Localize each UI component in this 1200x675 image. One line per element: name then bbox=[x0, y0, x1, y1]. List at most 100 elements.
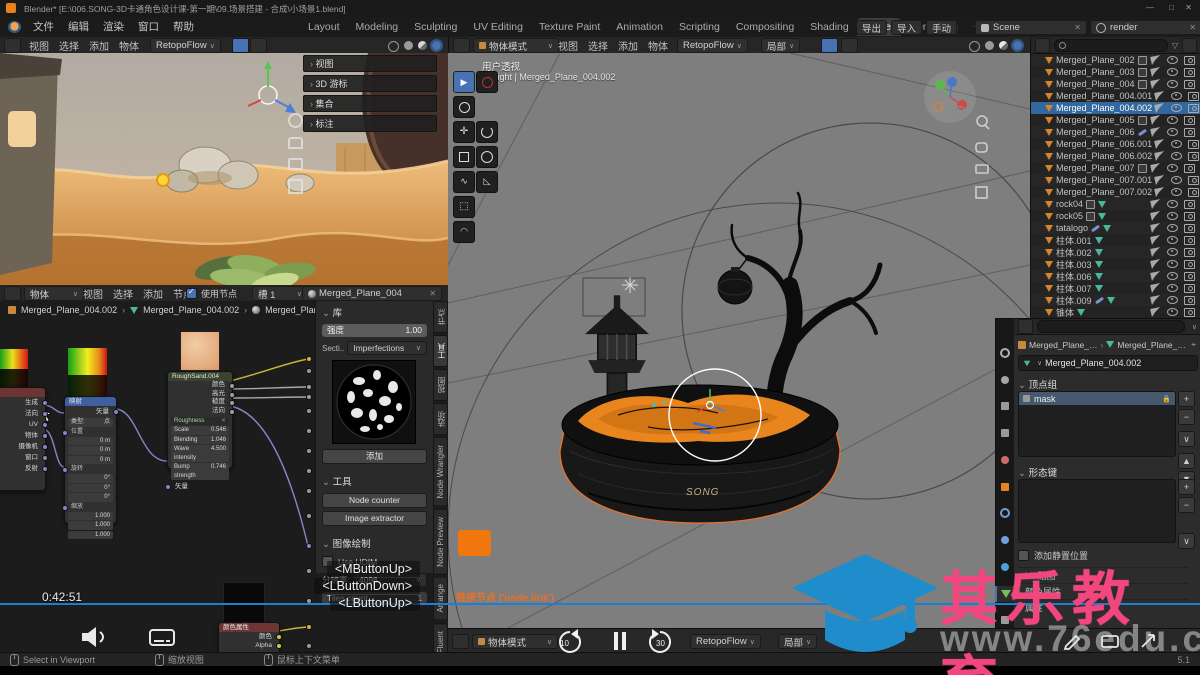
selectable-icon[interactable] bbox=[1154, 151, 1166, 161]
workspace-tab[interactable]: Animation bbox=[608, 18, 671, 36]
selectable-icon[interactable] bbox=[1154, 103, 1166, 113]
app-menu-item[interactable]: 帮助 bbox=[166, 17, 201, 37]
snap-magnet-icon[interactable] bbox=[232, 38, 249, 53]
hide-viewport-icon[interactable] bbox=[1171, 92, 1183, 100]
wireframe-shading-icon[interactable] bbox=[388, 41, 399, 52]
pause-icon[interactable] bbox=[614, 632, 626, 650]
vertex-group-row[interactable]: mask 🔒 bbox=[1019, 392, 1175, 405]
roughsand-group-node[interactable]: RoughSand.004 颜色 高光 糙度 法向 Roughness ✕ Scale 0… bbox=[165, 371, 235, 491]
selectable-icon[interactable] bbox=[1150, 79, 1162, 89]
speaker-icon[interactable] bbox=[82, 627, 104, 647]
node-output[interactable]: 颜色 bbox=[219, 632, 282, 641]
add-vgroup-button[interactable]: + bbox=[1178, 391, 1195, 407]
app-menu-item[interactable]: 编辑 bbox=[61, 17, 96, 37]
video-progress-bar[interactable] bbox=[0, 603, 1200, 605]
app-menu-item[interactable]: 窗口 bbox=[131, 17, 166, 37]
selectable-icon[interactable] bbox=[1154, 91, 1166, 101]
hide-render-icon[interactable] bbox=[1188, 151, 1200, 161]
material-shading-icon[interactable] bbox=[418, 41, 427, 50]
hide-viewport-icon[interactable] bbox=[1171, 140, 1183, 148]
n-panel-section[interactable]: › 标注 bbox=[303, 115, 437, 132]
hide-render-icon[interactable] bbox=[1188, 103, 1200, 113]
add-material-button[interactable]: 添加 bbox=[322, 449, 427, 464]
outliner-item[interactable]: Merged_Plane_005 bbox=[1031, 114, 1200, 126]
n-panel-section[interactable]: › 3D 游标 bbox=[303, 75, 437, 92]
viewlayer-close-icon[interactable]: ✕ bbox=[1189, 23, 1196, 32]
selectable-icon[interactable] bbox=[1150, 127, 1162, 137]
io-button[interactable]: 导出 bbox=[856, 20, 888, 35]
node-field[interactable]: Wave intensity 4.500 bbox=[171, 445, 229, 463]
node-output[interactable]: 窗口 bbox=[0, 452, 48, 463]
image-extractor-button[interactable]: Image extractor bbox=[322, 511, 427, 526]
node-field[interactable]: Blending 1.046 bbox=[171, 435, 229, 445]
annotate-pencil-tool[interactable]: ∿ bbox=[453, 171, 475, 193]
vertex-groups-section[interactable]: ⌄ 顶点组 bbox=[1018, 377, 1057, 391]
node-field[interactable]: Bump strength 0.746 bbox=[171, 463, 229, 481]
outliner-item[interactable]: Merged_Plane_004.002 bbox=[1031, 102, 1200, 114]
outliner-item[interactable]: Merged_Plane_003 bbox=[1031, 66, 1200, 78]
n-panel-section[interactable]: › 集合 bbox=[303, 95, 437, 112]
n-panel-tab[interactable]: Node Preview bbox=[433, 508, 448, 575]
outliner-item[interactable]: rock05 bbox=[1031, 210, 1200, 222]
node-output[interactable]: UV bbox=[0, 419, 48, 430]
selectable-icon[interactable] bbox=[1154, 187, 1166, 197]
properties-tab[interactable] bbox=[996, 425, 1014, 441]
properties-tab[interactable] bbox=[996, 532, 1014, 548]
shader-type-selector[interactable]: 物体 ∨ bbox=[24, 286, 84, 301]
remove-shapekey-button[interactable]: − bbox=[1178, 497, 1195, 513]
node-output[interactable]: 糙度 bbox=[168, 398, 235, 407]
editor-type-button[interactable] bbox=[453, 38, 470, 53]
outliner-item[interactable]: Merged_Plane_007.002 bbox=[1031, 186, 1200, 198]
hide-viewport-icon[interactable] bbox=[1171, 188, 1183, 196]
properties-tab[interactable] bbox=[996, 345, 1014, 361]
selectable-icon[interactable] bbox=[1150, 55, 1162, 65]
hide-viewport-icon[interactable] bbox=[1167, 224, 1178, 232]
move-tool[interactable]: ✛ bbox=[453, 121, 475, 143]
pan-hand-icon[interactable] bbox=[288, 137, 303, 149]
outliner-item[interactable]: rock04 bbox=[1031, 198, 1200, 210]
extra-tool[interactable]: ◠ bbox=[453, 221, 475, 243]
properties-tab[interactable] bbox=[996, 452, 1014, 468]
selectable-icon[interactable] bbox=[1150, 199, 1162, 209]
hide-viewport-icon[interactable] bbox=[1167, 200, 1178, 208]
node-counter-button[interactable]: Node counter bbox=[322, 493, 427, 508]
n-panel-tab[interactable]: Node Wrangler bbox=[433, 437, 448, 507]
hide-render-icon[interactable] bbox=[1184, 211, 1195, 221]
selectable-icon[interactable] bbox=[1150, 283, 1162, 293]
rendered-shading-icon[interactable] bbox=[430, 39, 443, 52]
image-paint-section[interactable]: ⌄ 图像绘制 bbox=[322, 536, 427, 550]
hide-viewport-icon[interactable] bbox=[1167, 212, 1178, 220]
node-output[interactable]: 反射 bbox=[0, 463, 48, 474]
minimize-button[interactable]: — bbox=[1146, 3, 1154, 12]
outliner-item[interactable]: Merged_Plane_006 bbox=[1031, 126, 1200, 138]
hide-render-icon[interactable] bbox=[1188, 91, 1200, 101]
captions-icon[interactable] bbox=[149, 629, 175, 646]
selectable-icon[interactable] bbox=[1150, 307, 1162, 317]
node-output[interactable]: 法向 bbox=[0, 408, 48, 419]
hide-render-icon[interactable] bbox=[1184, 295, 1195, 305]
solid-shading-icon[interactable] bbox=[985, 41, 994, 50]
app-menu-item[interactable]: 文件 bbox=[26, 17, 61, 37]
hide-render-icon[interactable] bbox=[1188, 187, 1200, 197]
transform-tool[interactable] bbox=[476, 146, 498, 168]
maximize-button[interactable]: □ bbox=[1169, 3, 1174, 12]
wireframe-shading-icon[interactable] bbox=[969, 41, 980, 52]
properties-tab[interactable] bbox=[996, 613, 1014, 629]
hide-render-icon[interactable] bbox=[1184, 163, 1195, 173]
camera-view-icon[interactable] bbox=[288, 158, 303, 170]
material-slot-selector[interactable]: 槽 1 ∨ bbox=[252, 286, 308, 301]
io-button[interactable]: 手动 bbox=[926, 20, 958, 35]
zoom-icon[interactable] bbox=[288, 113, 303, 128]
hide-render-icon[interactable] bbox=[1184, 307, 1195, 317]
pin-icon[interactable]: ⌖ bbox=[1191, 339, 1196, 350]
outliner-item[interactable]: tatalogo bbox=[1031, 222, 1200, 234]
n-panel-tab[interactable]: 选项 bbox=[433, 403, 448, 435]
material-shading-icon[interactable] bbox=[999, 41, 1008, 50]
cursor-tool[interactable] bbox=[476, 71, 498, 93]
hide-viewport-icon[interactable] bbox=[1167, 260, 1178, 268]
editor-type-button[interactable] bbox=[452, 634, 469, 649]
hide-viewport-icon[interactable] bbox=[1167, 296, 1178, 304]
proportional-edit-icon[interactable] bbox=[841, 38, 858, 53]
proportional-edit-icon[interactable] bbox=[250, 38, 267, 53]
snap-magnet-icon[interactable] bbox=[840, 634, 857, 649]
